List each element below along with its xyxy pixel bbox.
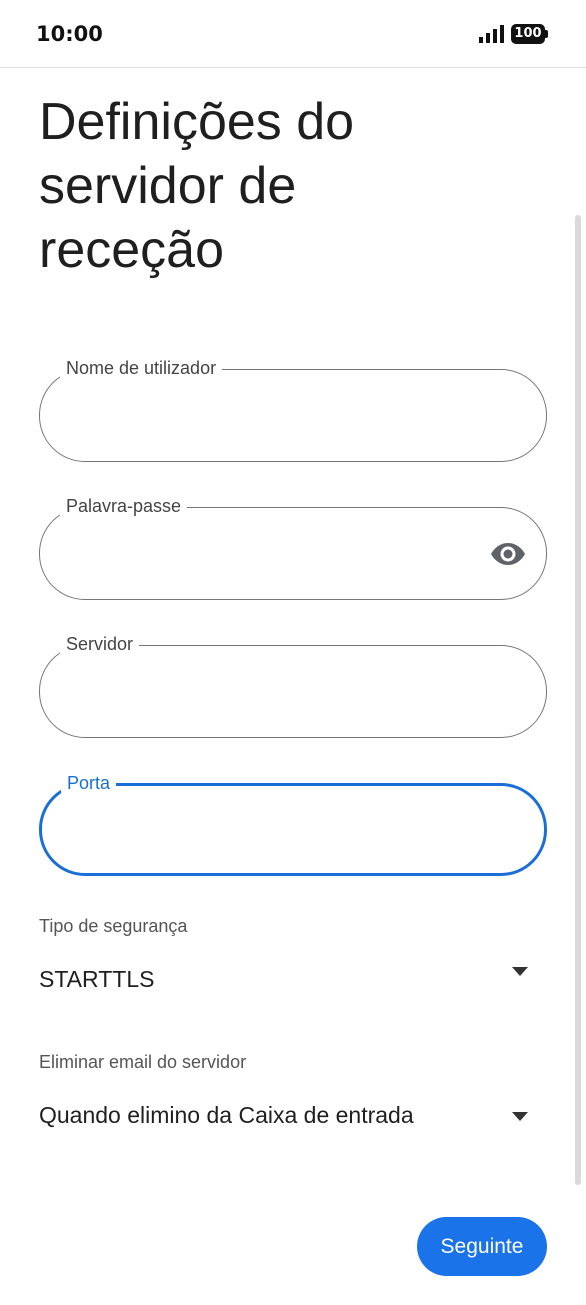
username-label: Nome de utilizador: [60, 356, 223, 380]
dropdown-arrow-icon: [512, 1112, 528, 1121]
scrollbar[interactable]: [575, 215, 581, 1185]
security-type-label: Tipo de segurança: [39, 916, 188, 936]
delete-email-label: Eliminar email do servidor: [39, 1052, 247, 1072]
page-title: Definições do servidor de receção: [39, 93, 355, 279]
next-button[interactable]: Seguinte: [417, 1217, 547, 1276]
port-input[interactable]: [68, 806, 488, 856]
battery-icon: 100: [511, 24, 549, 44]
battery-level: 100: [511, 24, 545, 44]
eye-icon[interactable]: [490, 541, 526, 567]
security-type-value: STARTTLS: [39, 966, 155, 992]
screen: 10:00 100 Definições do servidor de rece…: [0, 0, 586, 1305]
dropdown-arrow-icon: [512, 967, 528, 976]
username-input[interactable]: [66, 390, 486, 440]
signal-icon: [479, 25, 504, 43]
password-input[interactable]: [66, 528, 486, 578]
port-field[interactable]: Porta: [39, 771, 547, 876]
password-field[interactable]: Palavra-passe: [39, 494, 547, 600]
status-time: 10:00: [36, 22, 103, 46]
password-label: Palavra-passe: [60, 494, 188, 518]
status-bar: 10:00 100: [0, 0, 586, 68]
security-type-dropdown[interactable]: STARTTLS: [39, 958, 539, 1002]
server-label: Servidor: [60, 632, 140, 656]
username-field[interactable]: Nome de utilizador: [39, 356, 547, 462]
server-input[interactable]: [66, 666, 486, 716]
delete-email-value: Quando elimino da Caixa de entrada: [39, 1102, 414, 1128]
port-label: Porta: [61, 771, 117, 795]
battery-tip: [545, 30, 548, 38]
delete-email-dropdown[interactable]: Quando elimino da Caixa de entrada: [39, 1094, 539, 1138]
server-field[interactable]: Servidor: [39, 632, 547, 738]
